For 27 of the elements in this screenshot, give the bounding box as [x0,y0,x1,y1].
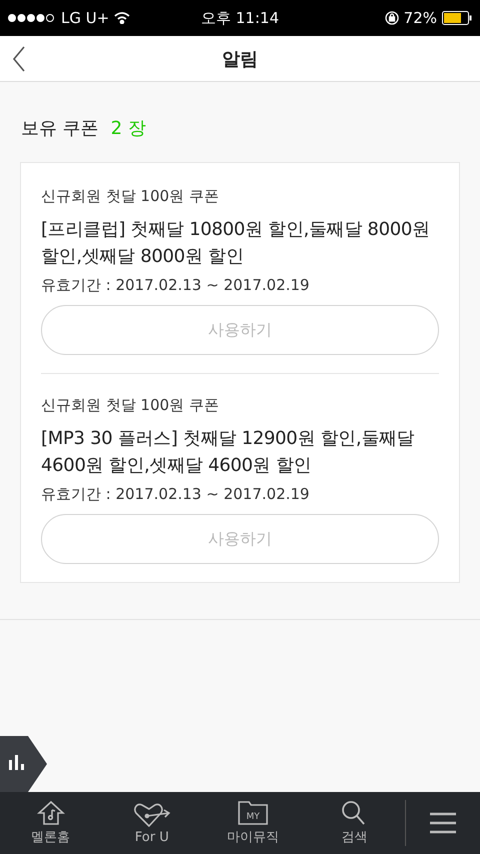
battery-icon [442,11,472,25]
battery-percent: 72% [404,9,437,27]
folder-icon: MY [237,800,270,826]
nav-tab[interactable]: 멜론홈 [0,792,102,854]
validity-period: 유효기간 : 2017.02.13 ~ 2017.02.19 [41,276,310,295]
nav-tab[interactable]: MY 마이뮤직 [202,792,304,854]
page-title: 알림 [222,48,258,70]
coupon-title: [MP3 30 플러스] 첫째달 12900원 할인,둘째달 4600원 할인,셋째달 4600원 할인 [41,427,416,478]
heart-icon [132,802,171,828]
validity-period: 유효기간 : 2017.02.13 ~ 2017.02.19 [41,485,310,504]
house-icon [36,800,65,826]
nav-tab[interactable]: 검색 [304,792,405,854]
player-tab[interactable] [0,736,48,792]
coupon-name: 신규회원 첫달 100원 쿠폰 [41,396,220,415]
menu-icon [429,812,457,834]
coupon-title: [프리클럽] 첫째달 10800원 할인,둘째달 8000원 할인,셋째달 8000원 할인 [41,218,431,269]
coupon-count: 2 장 [110,117,146,140]
clock-time: 오후 11:14 [201,8,279,28]
nav-tab[interactable]: For U [101,792,202,854]
coupon-label: 보유 쿠폰 [21,117,99,140]
bar-chart-icon [9,755,24,770]
wifi-icon [114,12,130,24]
carrier-name: LG U+ [61,9,110,27]
signal-icon [8,14,56,22]
coupon-name: 신규회원 첫달 100원 쿠폰 [41,187,220,206]
rotation-lock-icon [384,11,399,25]
back-icon [12,46,26,72]
